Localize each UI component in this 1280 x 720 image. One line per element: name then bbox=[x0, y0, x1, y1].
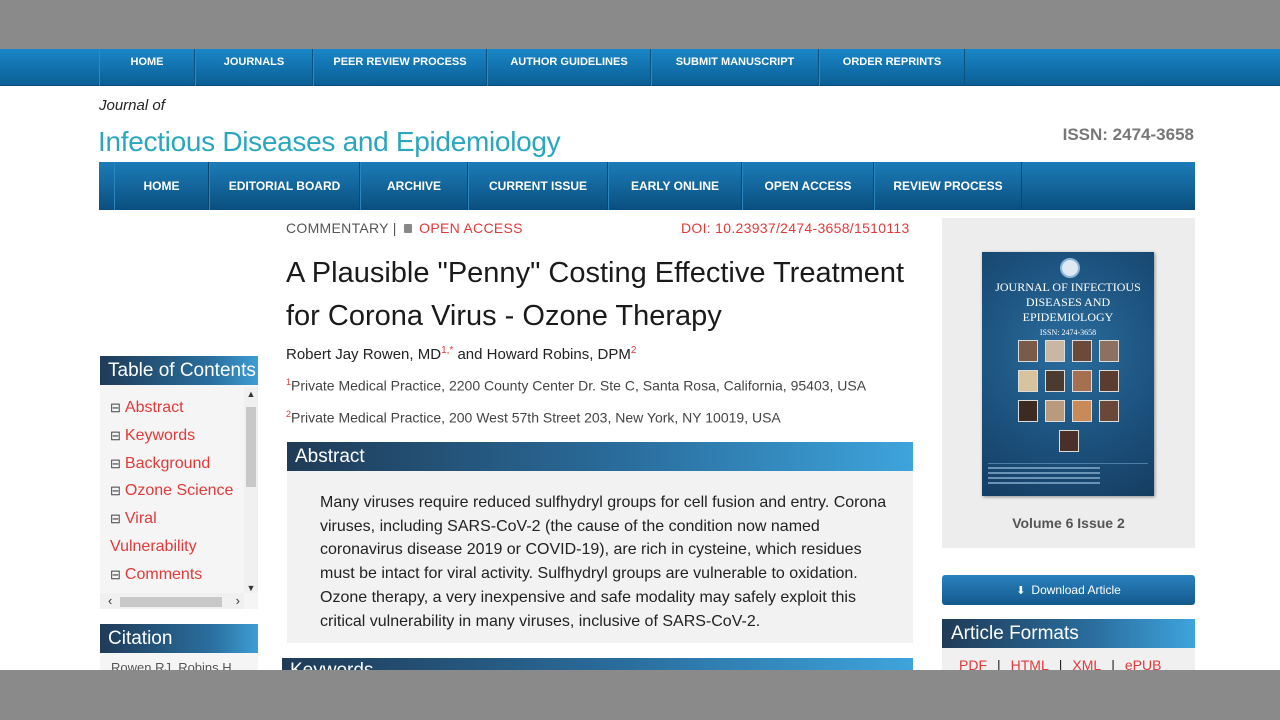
format-pdf-link[interactable]: PDF bbox=[959, 657, 987, 670]
editor-photo bbox=[1099, 400, 1119, 422]
download-article-button[interactable]: ⬇ Download Article bbox=[942, 575, 1195, 605]
toc-item-abstract[interactable]: ⊟ Abstract bbox=[110, 394, 246, 422]
nav-current-issue[interactable]: CURRENT ISSUE bbox=[468, 162, 608, 210]
nav-review-process[interactable]: REVIEW PROCESS bbox=[874, 162, 1022, 210]
browser-bottom-chrome bbox=[0, 670, 1280, 720]
journal-title[interactable]: Infectious Diseases and Epidemiology bbox=[98, 126, 561, 158]
collapse-square-icon: ⊟ bbox=[110, 400, 121, 415]
citation-text: Rowen RJ, Robins H bbox=[111, 660, 232, 670]
browser-top-chrome bbox=[0, 0, 1280, 49]
citation-panel: Rowen RJ, Robins H bbox=[100, 653, 258, 670]
issue-cover-panel: JOURNAL OF INFECTIOUS DISEASES AND EPIDE… bbox=[942, 218, 1195, 548]
lock-icon bbox=[403, 224, 412, 233]
editor-photo bbox=[1072, 370, 1092, 392]
journal-logo-icon bbox=[1060, 258, 1080, 278]
scroll-down-icon[interactable]: ▼ bbox=[244, 583, 258, 593]
scroll-up-icon[interactable]: ▲ bbox=[244, 389, 258, 399]
affiliation: 1Private Medical Practice, 2200 County C… bbox=[286, 377, 867, 394]
format-html-link[interactable]: HTML bbox=[1011, 657, 1049, 670]
editor-photo bbox=[1045, 340, 1065, 362]
editor-photo bbox=[1045, 400, 1065, 422]
top-nav-peer-review[interactable]: PEER REVIEW PROCESS bbox=[313, 49, 487, 86]
journal-of-label: Journal of bbox=[99, 97, 165, 114]
top-nav-submit-manuscript[interactable]: SUBMIT MANUSCRIPT bbox=[651, 49, 819, 86]
article-formats-heading: Article Formats bbox=[942, 619, 1195, 648]
editor-photo bbox=[1072, 340, 1092, 362]
toc-panel: ⊟ Abstract ⊟ Keywords ⊟ Background ⊟ Ozone S… bbox=[100, 385, 258, 609]
nav-early-online[interactable]: EARLY ONLINE bbox=[608, 162, 742, 210]
toc-item-background[interactable]: ⊟ Background bbox=[110, 450, 246, 478]
article-formats-panel: PDF | HTML | XML | ePUB bbox=[942, 648, 1195, 670]
top-nav-order-reprints[interactable]: ORDER REPRINTS bbox=[819, 49, 965, 86]
journal-cover-image[interactable]: JOURNAL OF INFECTIOUS DISEASES AND EPIDE… bbox=[982, 252, 1154, 496]
toc-vertical-scrollbar[interactable]: ▲ ▼ bbox=[244, 387, 258, 593]
issn-label: ISSN: 2474-3658 bbox=[1062, 125, 1194, 144]
abstract-heading: Abstract bbox=[287, 442, 913, 471]
nav-archive[interactable]: ARCHIVE bbox=[360, 162, 468, 210]
affiliation: 2Private Medical Practice, 200 West 57th… bbox=[286, 409, 781, 426]
collapse-square-icon: ⊟ bbox=[110, 455, 121, 471]
collapse-square-icon: ⊟ bbox=[110, 511, 121, 527]
toc-item-comments[interactable]: ⊟ Comments bbox=[110, 561, 246, 589]
article-meta: COMMENTARY | OPEN ACCESS bbox=[286, 220, 523, 236]
top-navigation: HOME JOURNALS PEER REVIEW PROCESS AUTHOR… bbox=[0, 49, 1280, 86]
editor-photo bbox=[1018, 340, 1038, 362]
abstract-panel: Many viruses require reduced sulfhydryl … bbox=[287, 471, 913, 643]
editor-photo bbox=[1072, 400, 1092, 422]
scrollbar-thumb[interactable] bbox=[120, 597, 222, 607]
author-name[interactable]: Howard Robins, DPM bbox=[487, 346, 631, 363]
collapse-square-icon: ⊟ bbox=[110, 566, 121, 582]
meta-separator: | bbox=[392, 220, 397, 236]
article-title: A Plausible "Penny" Costing Effective Tr… bbox=[286, 257, 905, 332]
cover-footer-text bbox=[988, 463, 1148, 489]
top-nav-home[interactable]: HOME bbox=[99, 49, 195, 86]
editor-photo bbox=[1018, 370, 1038, 392]
cover-title: JOURNAL OF INFECTIOUS DISEASES AND EPIDE… bbox=[995, 280, 1141, 324]
author-name[interactable]: Robert Jay Rowen, MD bbox=[286, 346, 441, 363]
scrollbar-thumb[interactable] bbox=[246, 407, 256, 487]
citation-heading: Citation bbox=[100, 624, 258, 653]
article-type: COMMENTARY bbox=[286, 220, 389, 236]
author-affiliation-marker[interactable]: 1,* bbox=[441, 345, 453, 356]
toc-heading: Table of Contents bbox=[100, 356, 258, 385]
collapse-square-icon: ⊟ bbox=[110, 427, 121, 443]
editor-photo bbox=[1099, 370, 1119, 392]
scroll-left-icon[interactable]: ‹ bbox=[108, 593, 112, 609]
nav-editorial-board[interactable]: EDITORIAL BOARD bbox=[209, 162, 360, 210]
editor-photo bbox=[1018, 400, 1038, 422]
abstract-text: Many viruses require reduced sulfhydryl … bbox=[320, 494, 887, 630]
top-nav-author-guidelines[interactable]: AUTHOR GUIDELINES bbox=[487, 49, 651, 86]
toc-item-viral-vulnerability[interactable]: ⊟ Viral Vulnerability bbox=[100, 505, 246, 561]
author-list: Robert Jay Rowen, MD1,* and Howard Robin… bbox=[286, 345, 636, 363]
open-access-link[interactable]: OPEN ACCESS bbox=[419, 220, 523, 236]
cover-issn: ISSN: 2474-3658 bbox=[1039, 328, 1097, 337]
nav-open-access[interactable]: OPEN ACCESS bbox=[742, 162, 874, 210]
toc-item-keywords[interactable]: ⊟ Keywords bbox=[110, 422, 246, 450]
doi-link[interactable]: DOI: 10.23937/2474-3658/1510113 bbox=[681, 220, 910, 236]
editor-photo bbox=[1059, 430, 1079, 452]
volume-issue-label: Volume 6 Issue 2 bbox=[1012, 515, 1125, 531]
scroll-right-icon[interactable]: › bbox=[236, 593, 240, 609]
format-xml-link[interactable]: XML bbox=[1072, 657, 1101, 670]
nav-home[interactable]: HOME bbox=[114, 162, 209, 210]
journal-navigation: HOME EDITORIAL BOARD ARCHIVE CURRENT ISS… bbox=[99, 162, 1195, 210]
top-nav-journals[interactable]: JOURNALS bbox=[195, 49, 313, 86]
author-conjunction: and bbox=[453, 346, 487, 363]
toc-item-ozone-science[interactable]: ⊟ Ozone Science bbox=[110, 477, 246, 505]
collapse-square-icon: ⊟ bbox=[110, 483, 121, 499]
author-affiliation-marker[interactable]: 2 bbox=[631, 345, 637, 356]
download-icon: ⬇ bbox=[1016, 585, 1026, 597]
editor-photo bbox=[1099, 340, 1119, 362]
keywords-heading: Keywords bbox=[282, 658, 913, 670]
format-epub-link[interactable]: ePUB bbox=[1125, 657, 1162, 670]
toc-horizontal-scrollbar[interactable]: ‹ › bbox=[100, 593, 244, 609]
editor-photo bbox=[1045, 370, 1065, 392]
